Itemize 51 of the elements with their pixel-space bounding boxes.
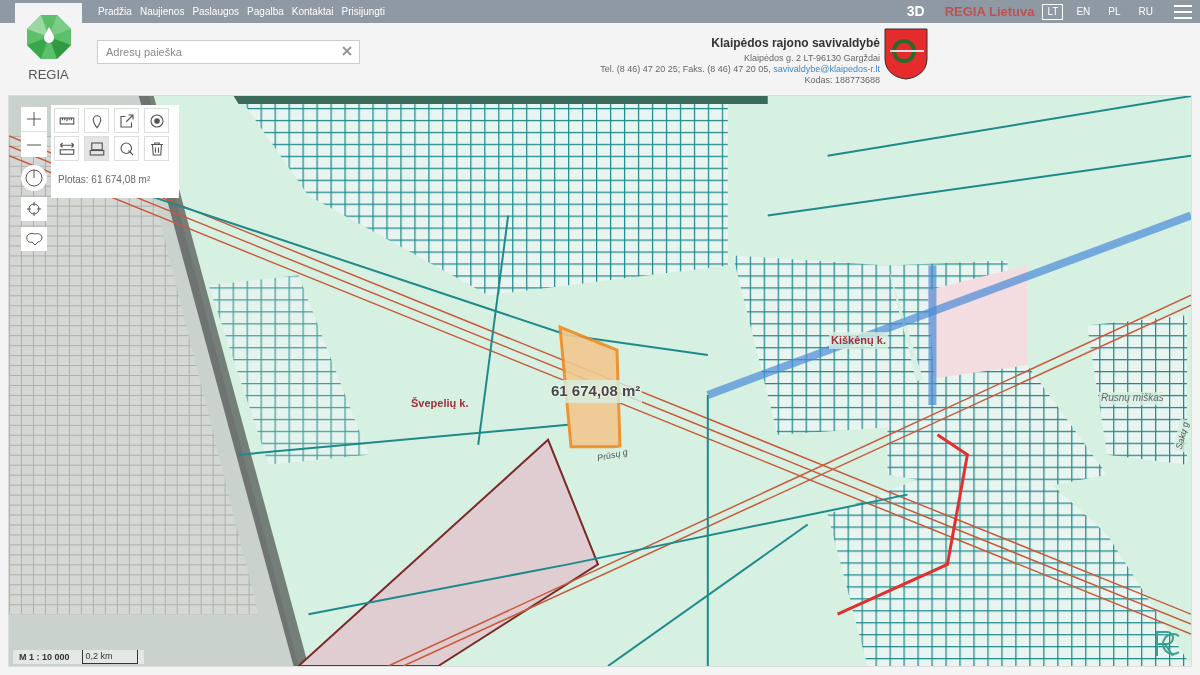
map-label: Kiškėnų k. bbox=[829, 332, 889, 349]
language-button[interactable]: EN bbox=[1071, 3, 1096, 20]
plus-icon bbox=[27, 112, 41, 126]
export-icon bbox=[117, 111, 136, 130]
area-icon bbox=[87, 139, 106, 158]
tool-button[interactable] bbox=[114, 136, 139, 161]
nav-link[interactable]: Pradžia bbox=[98, 4, 132, 19]
nav-link[interactable]: Naujienos bbox=[139, 4, 185, 19]
logo-icon bbox=[24, 13, 73, 61]
nav-link[interactable]: Prisijungti bbox=[341, 4, 385, 19]
country-extent-button[interactable] bbox=[21, 227, 47, 251]
nav-link[interactable]: Paslaugos bbox=[192, 4, 240, 19]
country-outline-icon bbox=[25, 232, 43, 246]
search-icon bbox=[117, 139, 136, 158]
brand-link[interactable]: REGIA Lietuva bbox=[944, 1, 1035, 22]
scale-ratio: M 1 : 10 000 bbox=[19, 650, 70, 664]
address-text: Klaipėdos g. 2 LT-96130 Gargždai bbox=[744, 53, 880, 64]
code-text: Kodas: 188773688 bbox=[804, 75, 880, 86]
map-label: 61 674,08 m² bbox=[549, 380, 643, 403]
target-point-icon bbox=[147, 111, 166, 130]
coat-of-arms-icon bbox=[884, 28, 928, 80]
address-search-field[interactable]: Adresų paieška bbox=[97, 40, 360, 64]
minus-icon bbox=[27, 143, 41, 146]
email-link[interactable]: savivaldybe@klaipedos-r.lt bbox=[773, 64, 880, 74]
language-button[interactable]: PL bbox=[1103, 3, 1126, 20]
locate-button[interactable] bbox=[21, 197, 47, 221]
tool-button[interactable] bbox=[114, 108, 139, 133]
crosshair-icon bbox=[26, 201, 42, 217]
tool-button[interactable] bbox=[144, 108, 169, 133]
nav-link[interactable]: Pagalba bbox=[247, 4, 284, 19]
map-view[interactable]: Švepelių k. 61 674,08 m² Prūsų g Kiškėnų k. Rusnų miškas Sakų g Plotas: 61 674,08 m² M 1 : 10 000 0,2 km bbox=[8, 95, 1192, 667]
tool-button[interactable] bbox=[84, 136, 109, 161]
nav-link[interactable]: Kontaktai bbox=[291, 4, 334, 19]
tool-button[interactable] bbox=[84, 108, 109, 133]
menu-icon[interactable] bbox=[1174, 4, 1192, 19]
map-label: Rusnų miškas bbox=[1099, 392, 1163, 405]
municipality-name: Klaipėdos rajono savivaldybė bbox=[711, 38, 880, 49]
rc-logo-icon bbox=[1153, 628, 1181, 658]
scale-bar: 0,2 km bbox=[81, 649, 138, 664]
logo-text: REGIA bbox=[28, 66, 69, 84]
contact-text: Tel. (8 46) 47 20 25; Faks. (8 46) 47 20 05, savivaldybe@klaipedos-r.lt bbox=[600, 64, 880, 75]
tool-button[interactable] bbox=[144, 136, 169, 161]
language-button[interactable]: RU bbox=[1133, 3, 1158, 20]
tool-button[interactable] bbox=[54, 108, 79, 133]
3d-link[interactable]: 3D bbox=[906, 1, 925, 22]
clear-icon[interactable] bbox=[342, 46, 352, 56]
map-label: Švepelių k. bbox=[409, 395, 471, 412]
tool-button[interactable] bbox=[54, 136, 79, 161]
language-button[interactable]: LT bbox=[1042, 3, 1064, 20]
compass-icon bbox=[24, 168, 44, 188]
measure-result: Plotas: 61 674,08 m² bbox=[57, 173, 152, 187]
